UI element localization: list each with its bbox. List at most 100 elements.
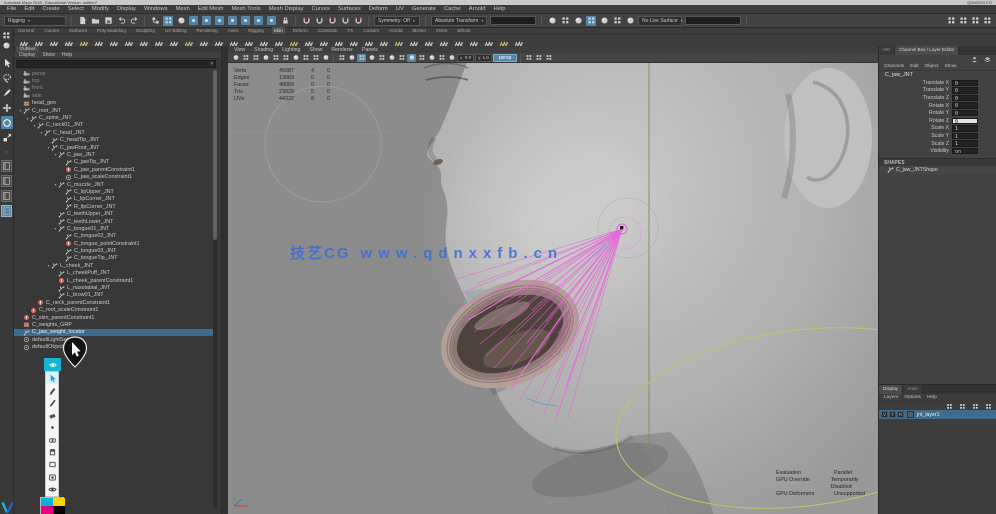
color-swatch-e6007e[interactable]	[41, 506, 53, 514]
vp-plane-button[interactable]	[407, 54, 416, 62]
layer-toggle-r[interactable]: R	[897, 411, 904, 418]
vp-shaded-button[interactable]	[347, 54, 356, 62]
annotation-tool-cursor[interactable]	[46, 372, 58, 384]
menu-mesh-display[interactable]: Mesh Display	[269, 6, 304, 12]
ipr-button[interactable]	[599, 16, 609, 26]
menu-mesh[interactable]: Mesh	[176, 6, 190, 12]
shelf-tab-uv-editing[interactable]: UV Editing	[163, 27, 189, 34]
outliner-item-c-lipupper-jnt[interactable]: C_lipUpper_JNT	[14, 188, 216, 195]
selection-mask-toggle-4[interactable]	[241, 16, 250, 25]
camera-name-box[interactable]: persp	[493, 54, 518, 62]
vp-renderer-a-button[interactable]	[524, 54, 533, 62]
shelf-tab-mash[interactable]: MASH	[410, 27, 427, 34]
channel-menu-channels[interactable]: Channels	[884, 64, 904, 69]
channel-row-rotate-z[interactable]: Rotate Z0	[879, 117, 996, 125]
shelf-tab-bifrost[interactable]: Bifrost	[455, 27, 472, 34]
vp-mask-button[interactable]	[271, 54, 280, 62]
outliner-item-c-jawroot-jnt[interactable]: ▾C_jawRoot_JNT	[14, 144, 216, 151]
vp-lighting-button[interactable]	[367, 54, 376, 62]
move-layer-up-button[interactable]	[944, 401, 954, 411]
channel-value-field[interactable]: 0	[952, 102, 978, 108]
outliner-item-top[interactable]: top	[14, 77, 216, 84]
outliner-item-l-nasolabial-jnt[interactable]: L_nasolabial_JNT	[14, 284, 216, 291]
layout-single-pane[interactable]	[1, 160, 12, 172]
shelf-tab-surfaces[interactable]: Surfaces	[67, 27, 89, 34]
outliner-item-c-spine-jnt[interactable]: ▾C_spine_JNT	[14, 114, 216, 121]
outliner-item-front[interactable]: front	[14, 85, 216, 92]
transform-input-field[interactable]	[490, 16, 536, 25]
outliner-item-c-neck01-jnt[interactable]: ▾C_neck01_JNT	[14, 122, 216, 129]
layout-persp-graph[interactable]	[1, 205, 12, 217]
vp-add-button[interactable]	[544, 54, 553, 62]
paint-effects-button[interactable]	[612, 16, 622, 26]
vp-renderer-b-button[interactable]	[534, 54, 543, 62]
redo-button[interactable]	[129, 16, 139, 26]
outliner-item-c-root-jnt[interactable]: ▾C_root_JNT	[14, 107, 216, 114]
shelf-tab-constrain[interactable]: Constrain	[316, 27, 340, 34]
channel-row-rotate-y[interactable]: Rotate Y0	[879, 109, 996, 117]
selection-mask-toggle-0[interactable]	[189, 16, 198, 25]
outliner-item-c-muzzle-jnt[interactable]: ▾C_muzzle_JNT	[14, 181, 216, 188]
outliner-item-c-neck-parentconstraint1[interactable]: C_neck_parentConstraint1	[14, 299, 216, 306]
vp-joints-xray-button[interactable]	[387, 54, 396, 62]
channel-row-translate-z[interactable]: Translate Z0	[879, 94, 996, 102]
shelf-tab-arnold[interactable]: Arnold	[387, 27, 404, 34]
vp-isolate-button[interactable]	[397, 54, 406, 62]
shelf-tab-rigging[interactable]: Rigging	[246, 27, 266, 34]
layer-tab-anim[interactable]: Anim	[903, 385, 922, 394]
channel-row-scale-y[interactable]: Scale Y1	[879, 132, 996, 140]
menu-file[interactable]: File	[7, 6, 16, 12]
live-surface-selector[interactable]: No Live Surface▾	[638, 16, 682, 26]
lasso-tool[interactable]	[1, 71, 13, 84]
speed-state-icon[interactable]	[982, 54, 992, 64]
save-scene-button[interactable]	[103, 16, 113, 26]
annotation-tool-dot[interactable]	[46, 422, 58, 434]
outliner-item-c-jawtip-jnt[interactable]: C_jawTip_JNT	[14, 159, 216, 166]
channel-menu-show[interactable]: Show	[944, 64, 956, 69]
channel-row-translate-x[interactable]: Translate X0	[879, 79, 996, 87]
menu-edit-mesh[interactable]: Edit Mesh	[198, 6, 224, 12]
outliner-menu-help[interactable]: Help	[62, 52, 72, 58]
vp-light-button[interactable]	[291, 54, 300, 62]
vp-aa-button[interactable]	[321, 54, 330, 62]
snap-grid-button[interactable]	[301, 16, 311, 26]
selection-mask-toggle-5[interactable]	[254, 16, 263, 25]
shelf-tab-custom[interactable]: Custom	[361, 27, 381, 34]
vp-ao-button[interactable]	[311, 54, 320, 62]
snap-view-button[interactable]	[353, 16, 363, 26]
annotation-tool-rect[interactable]	[46, 459, 58, 471]
vp-uv-button[interactable]	[427, 54, 436, 62]
exposure-field[interactable]: ◐0.0	[457, 54, 474, 62]
outliner-item-c-jaw-parentconstraint1[interactable]: C_jaw_parentConstraint1	[14, 166, 216, 173]
move-tool[interactable]	[1, 101, 13, 114]
outliner-item-l-brow01-jnt[interactable]: L_brow01_JNT	[14, 292, 216, 299]
move-layer-down-button[interactable]	[957, 401, 967, 411]
channel-value-field[interactable]: 1	[952, 125, 978, 131]
menu-uv[interactable]: UV	[396, 6, 404, 12]
vp-textured-button[interactable]	[357, 54, 366, 62]
layer-from-selected-button[interactable]	[983, 401, 993, 411]
sidebar-tab-attr[interactable]: Attr	[879, 46, 895, 55]
annotation-tool-eraser[interactable]	[46, 409, 58, 421]
shelf-tab-fx[interactable]: FX	[345, 27, 355, 34]
menu-create[interactable]: Create	[42, 6, 59, 12]
workspace-toggle[interactable]	[982, 16, 992, 26]
toolbox-collapse-arrow[interactable]: ‹	[6, 150, 8, 156]
annotation-tool-clip[interactable]	[46, 434, 58, 446]
channel-value-field[interactable]: 0	[952, 110, 978, 116]
attribute-editor-toggle[interactable]	[946, 16, 956, 26]
outliner-item-side[interactable]: side	[14, 92, 216, 99]
snap-projected-button[interactable]	[340, 16, 350, 26]
outliner-item-c-jaw-scaleconstraint1[interactable]: C_jaw_scaleConstraint1	[14, 173, 216, 180]
vp-wireframe-button[interactable]	[337, 54, 346, 62]
outliner-item-c-tongue02-jnt[interactable]: C_tongue02_JNT	[14, 233, 216, 240]
transform-mode-selector[interactable]: Absolute Transform▾	[431, 16, 487, 26]
symmetry-selector[interactable]: Symmetry: Off▾	[374, 16, 420, 26]
shelf-tab-rendering[interactable]: Rendering	[195, 27, 220, 34]
snap-point-button[interactable]	[327, 16, 337, 26]
menu-mesh-tools[interactable]: Mesh Tools	[231, 6, 260, 12]
vp-grid-button[interactable]	[241, 54, 250, 62]
viewport-menu-view[interactable]: View	[234, 47, 245, 53]
menu-surfaces[interactable]: Surfaces	[338, 6, 361, 12]
outliner-item-r-lipcorner-jnt[interactable]: R_lipCorner_JNT	[14, 203, 216, 210]
